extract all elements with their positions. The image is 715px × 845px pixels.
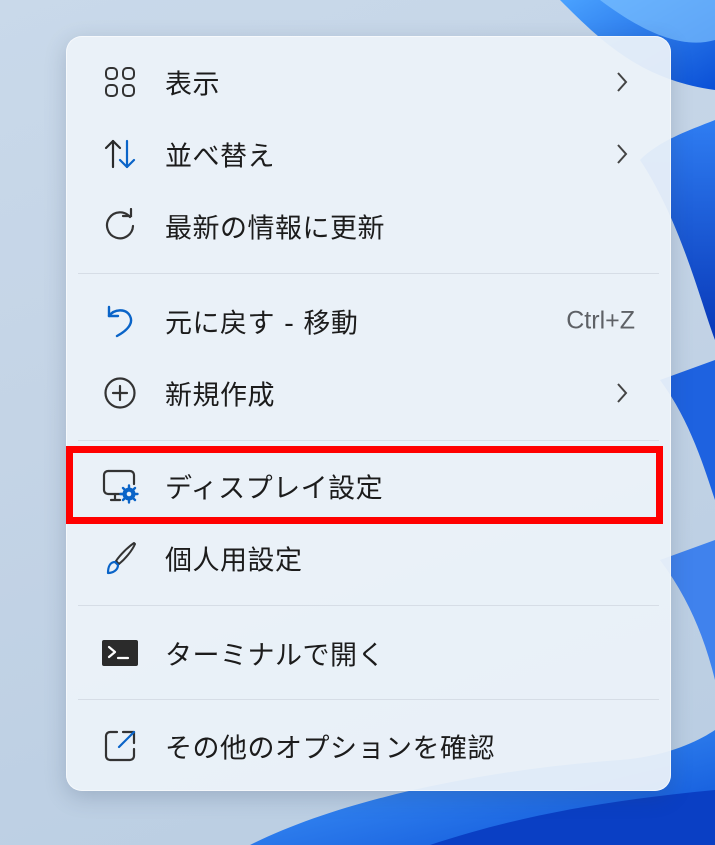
share-external-icon xyxy=(101,727,139,765)
sort-arrows-icon xyxy=(101,135,139,173)
menu-item-label: 表示 xyxy=(165,69,220,101)
menu-item-display-settings[interactable]: ディスプレイ設定 xyxy=(78,454,659,518)
menu-item-view[interactable]: 表示 xyxy=(78,50,659,114)
keyboard-shortcut: Ctrl+Z xyxy=(566,306,635,335)
menu-separator xyxy=(78,605,659,606)
grid-view-icon xyxy=(101,63,139,101)
chevron-right-icon xyxy=(617,72,628,92)
menu-item-label: 最新の情報に更新 xyxy=(165,213,385,245)
refresh-icon xyxy=(101,207,139,245)
chevron-right-icon xyxy=(617,144,628,164)
menu-item-show-more-options[interactable]: その他のオプションを確認 xyxy=(78,714,659,778)
menu-separator xyxy=(78,273,659,274)
menu-item-label: ターミナルで開く xyxy=(165,640,385,672)
menu-item-label: 並べ替え xyxy=(165,141,275,173)
desktop-context-menu: 表示 並べ替え 最新の情報に更新 元に戻す - 移動 Ctrl+Z 新規作成 デ… xyxy=(66,36,671,791)
menu-item-new[interactable]: 新規作成 xyxy=(78,361,659,425)
menu-item-open-terminal[interactable]: ターミナルで開く xyxy=(78,621,659,685)
menu-item-personalize[interactable]: 個人用設定 xyxy=(78,526,659,590)
chevron-right-icon xyxy=(617,383,628,403)
menu-item-sort[interactable]: 並べ替え xyxy=(78,122,659,186)
menu-separator xyxy=(78,699,659,700)
menu-item-label: その他のオプションを確認 xyxy=(165,733,495,765)
menu-separator xyxy=(78,440,659,441)
terminal-icon xyxy=(101,634,139,672)
menu-item-label: 新規作成 xyxy=(165,380,275,412)
paintbrush-icon xyxy=(101,539,139,577)
menu-item-undo[interactable]: 元に戻す - 移動 Ctrl+Z xyxy=(78,289,659,353)
menu-item-label: 個人用設定 xyxy=(165,545,303,577)
menu-item-refresh[interactable]: 最新の情報に更新 xyxy=(78,194,659,258)
add-circle-icon xyxy=(101,374,139,412)
menu-item-label: 元に戻す - 移動 xyxy=(165,308,359,340)
undo-icon xyxy=(101,302,139,340)
menu-item-label: ディスプレイ設定 xyxy=(165,473,384,505)
display-settings-icon xyxy=(101,467,139,505)
